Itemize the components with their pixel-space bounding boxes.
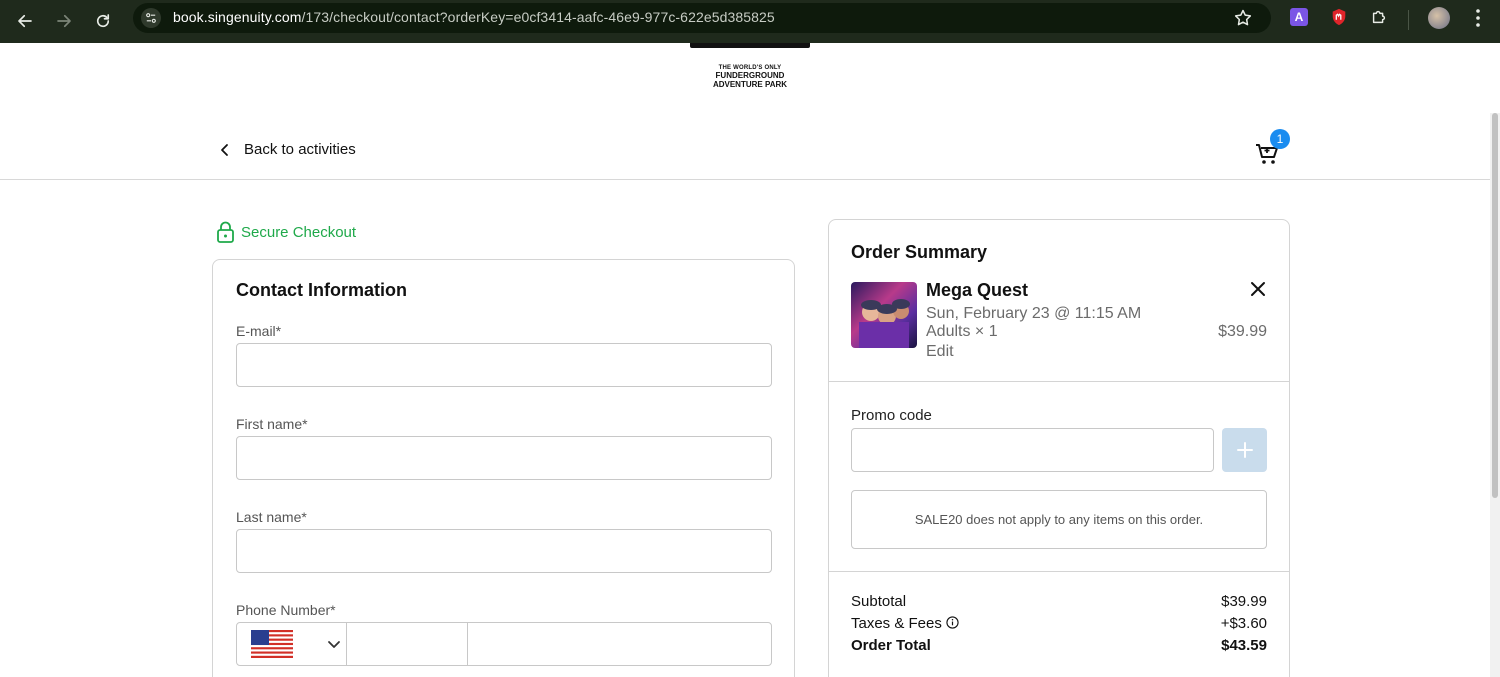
toolbar-divider [1408, 10, 1409, 30]
order-summary-card: Order Summary Mega Quest Sun, February 2… [828, 219, 1290, 677]
lock-icon [217, 221, 234, 243]
last-name-label: Last name* [236, 509, 307, 525]
close-icon[interactable] [1249, 280, 1267, 298]
taxes-row: Taxes & Fees +$3.60 [851, 615, 1267, 632]
secure-checkout-label: Secure Checkout [241, 223, 357, 241]
phone-number-label: Phone Number* [236, 602, 336, 618]
order-total-value: $43.59 [1221, 637, 1267, 654]
order-summary-title: Order Summary [851, 242, 988, 262]
url-text: book.singenuity.com/173/checkout/contact… [173, 9, 775, 25]
browser-toolbar: book.singenuity.com/173/checkout/contact… [0, 0, 1500, 43]
chevron-left-icon [221, 143, 228, 156]
contact-information-card: Contact Information E-mail* First name* … [212, 259, 795, 677]
kebab-menu-icon[interactable] [1468, 7, 1488, 29]
extensions-puzzle-icon[interactable] [1370, 8, 1388, 26]
forward-arrow-icon[interactable] [50, 7, 78, 35]
first-name-label: First name* [236, 416, 308, 432]
us-flag-icon [251, 630, 293, 658]
profile-avatar[interactable] [1428, 7, 1450, 29]
url-path: /173/checkout/contact?orderKey=e0cf3414-… [301, 9, 775, 25]
url-host: book.singenuity.com [173, 9, 302, 25]
scrollbar-thumb[interactable] [1492, 113, 1498, 498]
promo-code-label: Promo code [851, 407, 932, 424]
page-content: THE WORLD'S ONLY FUNDERGROUND ADVENTURE … [0, 43, 1500, 677]
item-price: $39.99 [1218, 323, 1267, 340]
back-arrow-icon[interactable] [11, 7, 39, 35]
edit-item-link[interactable]: Edit [926, 343, 954, 361]
address-bar[interactable]: book.singenuity.com/173/checkout/contact… [133, 3, 1271, 33]
taxes-label: Taxes & Fees [851, 615, 942, 632]
promo-error-message: SALE20 does not apply to any items on th… [851, 490, 1267, 549]
order-total-row: Order Total $43.59 [851, 637, 1267, 654]
logo-wordmark-cut [690, 43, 810, 48]
phone-code-field[interactable] [347, 623, 468, 665]
item-quantity: Adults × 1 [926, 323, 998, 340]
chevron-down-icon [328, 641, 340, 648]
logo-tagline-2: FUNDERGROUND [715, 71, 785, 80]
subtotal-label: Subtotal [851, 593, 907, 610]
extension-shield-icon[interactable] [1330, 8, 1348, 26]
first-name-field[interactable] [236, 436, 772, 480]
reload-icon[interactable] [89, 7, 117, 35]
country-code-select[interactable] [237, 623, 347, 665]
back-to-activities-link[interactable]: Back to activities [218, 141, 356, 158]
secure-checkout-indicator: Secure Checkout [216, 221, 356, 243]
cart-count-badge: 1 [1270, 129, 1290, 149]
subtotal-row: Subtotal $39.99 [851, 593, 1267, 610]
taxes-value: +$3.60 [1220, 615, 1267, 632]
extension-a-icon[interactable]: A [1290, 8, 1308, 26]
email-label: E-mail* [236, 323, 282, 339]
site-settings-icon[interactable] [141, 8, 161, 28]
contact-information-title: Contact Information [236, 280, 407, 300]
taxes-label-group: Taxes & Fees [851, 615, 959, 632]
order-total-label: Order Total [851, 637, 931, 654]
bookmark-star-icon[interactable] [1233, 8, 1253, 28]
activity-thumbnail [851, 282, 917, 348]
subtotal-value: $39.99 [1221, 593, 1267, 610]
extension-a-label: A [1294, 10, 1304, 24]
back-label: Back to activities [244, 141, 356, 158]
header-divider [0, 179, 1490, 180]
info-icon[interactable] [946, 616, 959, 629]
summary-divider [829, 381, 1289, 382]
totals-divider [829, 571, 1289, 572]
plus-icon [1236, 442, 1253, 458]
item-date: Sun, February 23 @ 11:15 AM [926, 305, 1142, 322]
item-name: Mega Quest [926, 280, 1029, 300]
phone-number-input[interactable] [468, 623, 771, 665]
logo-tagline-3: ADVENTURE PARK [712, 80, 788, 89]
promo-code-input[interactable] [851, 428, 1214, 472]
park-logo: THE WORLD'S ONLY FUNDERGROUND ADVENTURE … [690, 43, 810, 93]
phone-number-field [236, 622, 772, 666]
apply-promo-button[interactable] [1222, 428, 1267, 472]
email-field[interactable] [236, 343, 772, 387]
last-name-field[interactable] [236, 529, 772, 573]
